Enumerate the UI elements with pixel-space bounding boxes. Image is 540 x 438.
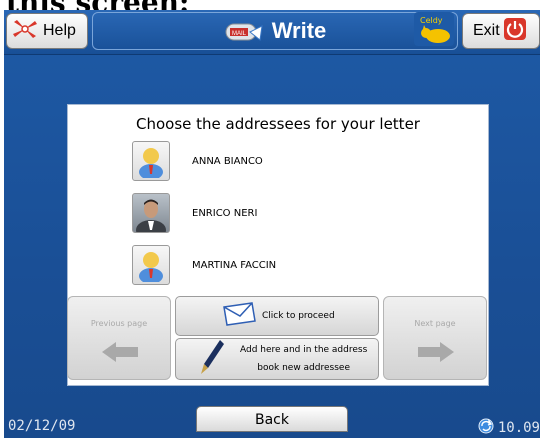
help-label: Help [43,22,76,39]
add-addressee-line1: Add here and in the address [240,345,368,355]
fountain-pen-icon [198,338,226,380]
svg-text:Celdy: Celdy [420,16,443,25]
add-addressee-text: Add here and in the address book new add… [240,345,367,373]
action-bar: Previous page Click to proceed Add here … [67,296,487,380]
sync-icon [478,418,494,438]
generic-user-icon [132,141,170,181]
contact-item[interactable]: MARTINA FACCIN [132,243,432,287]
add-addressee-line2: book new addressee [257,363,350,373]
proceed-button[interactable]: Click to proceed [175,296,379,336]
panel-title: Choose the addressees for your letter [136,115,420,133]
contact-name: ENRICO NERI [192,207,258,219]
contact-photo [132,193,170,233]
contact-name: ANNA BIANCO [192,155,263,167]
arrow-left-icon [100,341,140,367]
top-toolbar: Help MAIL Write Celdy Exit [4,10,540,55]
proceed-label: Click to proceed [262,311,335,321]
app-window: Help MAIL Write Celdy Exit Choose the ad… [4,10,540,438]
previous-page-label: Previous page [90,319,148,328]
exit-button[interactable]: Exit [462,13,540,49]
envelope-icon [220,301,258,331]
footer-time: 10.09 [497,420,540,436]
celdy-cat-logo-icon: Celdy [414,12,454,46]
app-title-area: MAIL Write [92,12,458,50]
previous-page-button[interactable]: Previous page [67,296,171,380]
help-icon [11,18,39,45]
help-button[interactable]: Help [6,13,88,49]
generic-user-icon [132,245,170,285]
next-page-label: Next page [414,319,456,328]
power-icon [503,17,526,45]
next-page-button[interactable]: Next page [383,296,487,380]
app-title: Write [271,18,327,43]
contact-item[interactable]: ENRICO NERI [132,191,432,235]
arrow-right-icon [416,341,456,367]
mailbox-icon: MAIL [224,18,264,44]
contact-name: MARTINA FACCIN [192,259,277,271]
svg-text:MAIL: MAIL [232,31,247,37]
footer-clock: 10.09 [478,418,540,438]
back-button[interactable]: Back [196,406,348,432]
contact-item[interactable]: ANNA BIANCO [132,139,432,183]
add-addressee-button[interactable]: Add here and in the address book new add… [175,338,379,380]
footer-date: 02/12/09 [8,418,76,434]
exit-label: Exit [473,22,500,39]
